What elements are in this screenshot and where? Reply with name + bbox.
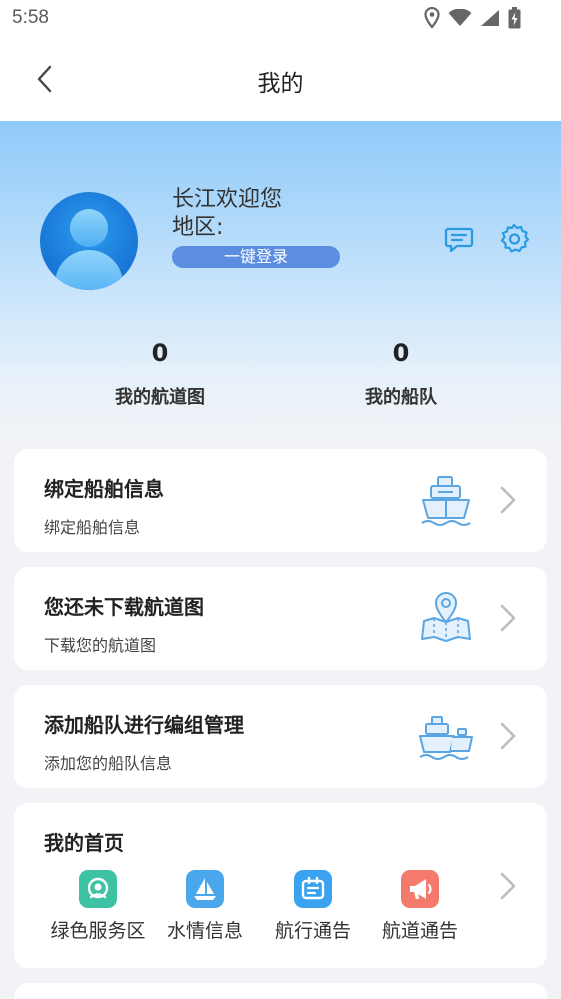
avatar-head [70,209,108,247]
card-title: 添加船队进行编组管理 [44,713,244,737]
stat-my-fleet[interactable]: 0 我的船队 [301,339,501,409]
map-pin-icon [421,591,471,642]
status-bar: 5:58 [0,0,561,38]
tile-label: 绿色服务区 [50,920,146,942]
gear-icon [500,223,530,253]
one-click-login-button[interactable]: 一键登录 [172,246,340,268]
sailboat-icon [186,870,224,908]
tile-green-service-area[interactable]: 绿色服务区 [43,870,153,943]
status-time: 5:58 [12,7,49,28]
card-title: 绑定船舶信息 [44,477,164,501]
chevron-right-icon [500,604,516,632]
profile-header: 长江欢迎您 地区: 一键登录 0 我的航道图 0 我的船队 [0,121,561,441]
stat-my-channel-maps[interactable]: 0 我的航道图 [60,339,260,409]
notice-icon [294,870,332,908]
status-icons [424,7,521,29]
chevron-right-icon [500,486,516,514]
stat-label: 我的船队 [365,387,437,408]
tile-label: 航道通告 [381,920,458,942]
avatar[interactable] [40,192,138,290]
wifi-icon [448,9,472,26]
add-fleet-card[interactable]: 添加船队进行编组管理 添加您的船队信息 [14,685,547,788]
ship-icon [421,476,471,526]
card-subtitle: 添加您的船队信息 [44,754,173,773]
next-card-partial [14,983,547,999]
bind-ship-card[interactable]: 绑定船舶信息 绑定船舶信息 [14,449,547,552]
nav-bar: 我的 [0,38,561,121]
signal-icon [481,10,499,26]
tile-label: 水情信息 [166,920,243,942]
tile-water-info[interactable]: 水情信息 [150,870,260,943]
my-homepage-card: 我的首页 绿色服务区 水情信息 航行通告 航道通告 [14,803,547,968]
battery-charging-icon [508,7,521,29]
megaphone-icon [401,870,439,908]
card-subtitle: 下载您的航道图 [44,636,157,655]
chevron-right-icon [500,722,516,750]
stat-value: 0 [392,339,410,367]
card-title: 您还未下载航道图 [44,595,204,619]
tile-navigation-notice[interactable]: 航行通告 [258,870,368,943]
tile-label: 航行通告 [274,920,351,942]
message-icon [444,227,474,253]
chevron-right-icon[interactable] [498,871,518,901]
stat-label: 我的航道图 [115,387,205,408]
settings-button[interactable] [498,222,530,254]
region-label: 地区: [172,215,224,240]
service-area-icon [79,870,117,908]
avatar-body [55,250,123,290]
stat-value: 0 [151,339,169,367]
tile-channel-notice[interactable]: 航道通告 [365,870,475,943]
section-title: 我的首页 [44,831,124,855]
location-icon [424,7,440,29]
card-subtitle: 绑定船舶信息 [44,518,141,537]
fleet-icon [419,716,473,760]
page-title: 我的 [257,71,304,97]
download-map-card[interactable]: 您还未下载航道图 下载您的航道图 [14,567,547,670]
message-button[interactable] [444,224,474,254]
